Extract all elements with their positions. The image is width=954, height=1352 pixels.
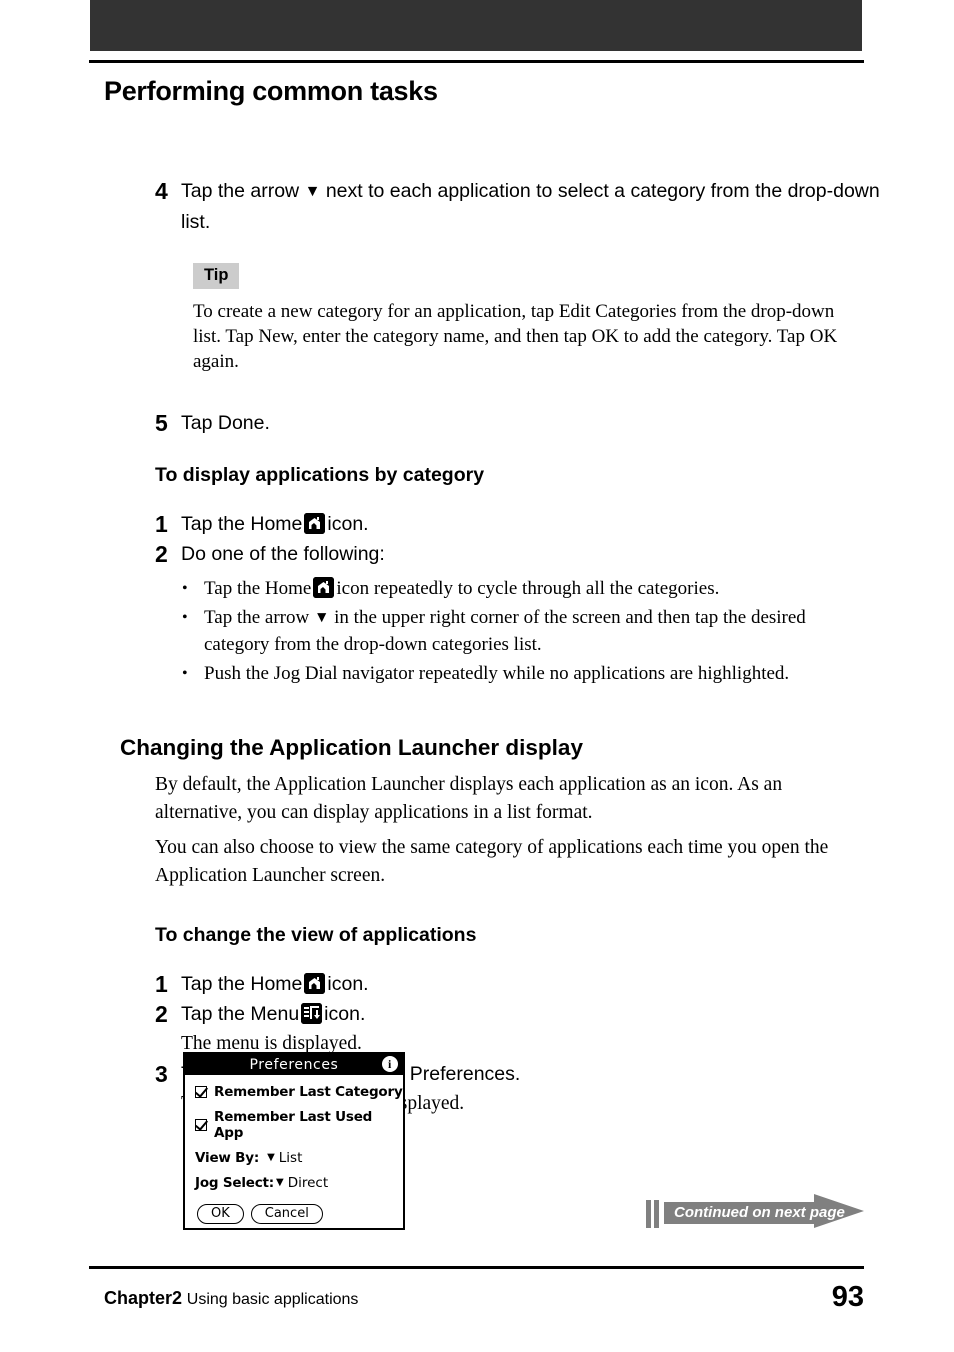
step-number: 4 [155, 178, 168, 204]
step-text-after: icon. [327, 972, 369, 995]
heading-change-view: To change the view of applications [155, 923, 477, 946]
launcher-paragraph-2: You can also choose to view the same cat… [155, 836, 829, 886]
checkbox-icon[interactable] [195, 1086, 207, 1098]
step-number: 2 [155, 1000, 168, 1027]
step-text-after: icon. [327, 512, 369, 535]
view-by-row: View By: ▼ List [195, 1150, 403, 1166]
step-2-display: 2 Do one of the following: [0, 539, 954, 569]
bullet-dot: • [182, 608, 188, 626]
page-title: Performing common tasks [104, 76, 438, 106]
heading-display-by-category: To display applications by category [155, 463, 485, 486]
jog-select-row: Jog Select: ▼ Direct [195, 1175, 403, 1191]
ok-button[interactable]: OK [197, 1204, 244, 1224]
tip-box: Tip To create a new category for an appl… [193, 263, 865, 374]
step-text: Tap Done. [181, 411, 270, 434]
checkbox-label: Remember Last Category [214, 1084, 403, 1100]
down-triangle-icon: ▼ [313, 608, 330, 626]
list-item: • Tap the Home icon repeatedly to cycle t… [182, 575, 862, 602]
banner-bars-icon [646, 1200, 660, 1228]
step-text-after: icon. [324, 1002, 366, 1025]
jog-select-label: Jog Select: [195, 1175, 274, 1191]
step-3-change-view: 3 Tap Options, and then tap Preferences. [0, 1059, 954, 1089]
step-1-change-view: 1 Tap the Home icon. [0, 969, 954, 999]
launcher-paragraph-1: By default, the Application Launcher dis… [155, 773, 783, 823]
bullet-text: Push the Jog Dial navigator repeatedly w… [204, 662, 790, 684]
bullet-text: Tap the arrow ▼ in the upper right corne… [204, 604, 862, 658]
continued-text: Continued on next page [674, 1204, 845, 1221]
step-text-before: Tap the Home [181, 512, 303, 535]
down-triangle-icon: ▼ [304, 183, 321, 200]
step-text-before: Tap the Home [181, 972, 303, 995]
preferences-buttons: OK Cancel [195, 1204, 403, 1224]
chapter-subtitle: Using basic applications [186, 1291, 359, 1308]
chapter-label: Chapter2 [104, 1288, 183, 1308]
step-1-display: 1 Tap the Home icon. [0, 509, 954, 539]
step-text: Tap the Home icon. [181, 969, 369, 999]
header-divider [89, 60, 864, 63]
tip-label: Tip [193, 263, 240, 289]
preferences-title: Preferences [249, 1056, 339, 1073]
jog-select-value[interactable]: Direct [288, 1175, 328, 1191]
view-by-label: View By: [195, 1150, 260, 1166]
list-item: • Push the Jog Dial navigator repeatedly… [182, 660, 862, 687]
home-icon [304, 512, 326, 534]
home-icon [304, 972, 326, 994]
step-4: 4 Tap the arrow ▼ next to each applicati… [0, 176, 954, 237]
step-number: 2 [155, 540, 168, 567]
checkbox-icon[interactable] [195, 1119, 207, 1131]
bullet-text-after: icon repeatedly to cycle through all the… [336, 577, 720, 599]
view-by-value[interactable]: List [279, 1150, 303, 1166]
bullet-text-before: Tap the arrow [204, 606, 310, 628]
bullet-dot: • [182, 664, 188, 682]
checkbox-label: Remember Last Used App [214, 1109, 373, 1141]
step-2-change-view: 2 Tap the Menu icon. [0, 999, 954, 1029]
continued-banner: Continued on next page [646, 1194, 864, 1228]
footer-chapter: Chapter2 Using basic applications [104, 1288, 358, 1309]
step-text: Tap the arrow ▼ next to each application… [181, 176, 881, 237]
list-item: • Tap the arrow ▼ in the upper right cor… [182, 604, 862, 658]
preferences-body: Remember Last Category Remember Last Use… [185, 1075, 403, 1224]
bullet-list: • Tap the Home icon repeatedly to cycle t… [182, 575, 862, 687]
checkbox-remember-last-category[interactable]: Remember Last Category [195, 1084, 403, 1100]
cancel-button[interactable]: Cancel [250, 1204, 323, 1224]
footer-divider [89, 1266, 864, 1269]
step-text-before: Tap the arrow [181, 180, 300, 202]
heading-launcher-display: Changing the Application Launcher displa… [120, 734, 583, 760]
chevron-down-icon[interactable]: ▼ [267, 1153, 275, 1163]
step-text-before: Tap the Menu [181, 1002, 300, 1025]
document-content: 4 Tap the arrow ▼ next to each applicati… [0, 176, 954, 1119]
preferences-screen: Preferences i Remember Last Category Rem… [183, 1052, 405, 1230]
step-5: 5 Tap Done. [0, 408, 954, 438]
step-text: Tap the Home icon. [181, 509, 369, 539]
bullet-text: Tap the Home icon repeatedly to cycle thr… [204, 575, 719, 602]
checkbox-remember-last-used-app[interactable]: Remember Last Used App [195, 1109, 403, 1141]
step-text: Tap the Menu icon. [181, 999, 365, 1029]
chevron-down-icon[interactable]: ▼ [276, 1178, 284, 1188]
step-number: 1 [155, 510, 168, 537]
step-number: 3 [155, 1060, 168, 1087]
step-text: Do one of the following: [181, 542, 385, 565]
bullet-text-before: Tap the Home [204, 577, 312, 599]
bullet-dot: • [182, 579, 188, 597]
page-number: 93 [831, 1281, 864, 1313]
menu-icon [301, 1002, 323, 1024]
home-icon [313, 576, 335, 598]
info-icon[interactable]: i [382, 1056, 398, 1072]
step-number: 5 [155, 409, 168, 436]
tip-text: To create a new category for an applicat… [193, 300, 838, 372]
header-bar [90, 0, 862, 51]
preferences-title-bar: Preferences i [185, 1054, 403, 1075]
step-number: 1 [155, 970, 168, 997]
